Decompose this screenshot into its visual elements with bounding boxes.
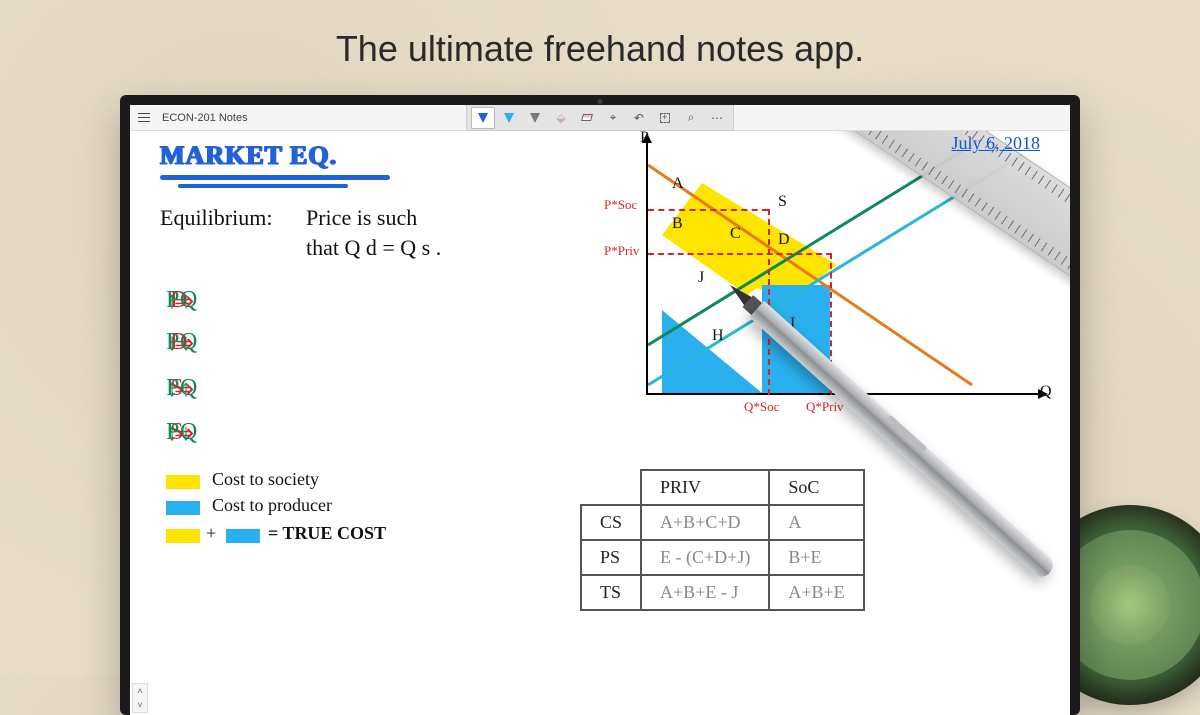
toolbar: ⬙ ⌖ ↶ ⌕ ⋯ (466, 105, 734, 131)
graph-p-axis-label: P (640, 131, 649, 147)
legend-swatch-yellow-2 (166, 529, 200, 543)
legend-swatch-blue-2 (226, 529, 260, 543)
region-C: C (730, 225, 741, 243)
legend-swatch-yellow (166, 475, 200, 489)
region-B: B (672, 215, 683, 233)
scroll-up-button[interactable]: ˄ (133, 684, 147, 698)
more-button[interactable]: ⋯ (705, 107, 729, 129)
region-S: S (778, 193, 787, 211)
region-D: D (778, 231, 790, 249)
legend-blue-label: Cost to producer (212, 495, 332, 516)
promo-tagline: The ultimate freehand notes app. (0, 28, 1200, 70)
pen-tool-blue[interactable] (471, 107, 495, 129)
equilibrium-text-2: that Q d = Q s . (306, 235, 441, 261)
eraser-tool[interactable] (575, 107, 599, 129)
zoom-button[interactable]: ⌕ (679, 107, 703, 129)
legend-plus: + (206, 523, 216, 544)
legend-sum-label: = TRUE COST (268, 523, 386, 544)
legend-yellow-label: Cost to society (212, 469, 319, 490)
graph-y-axis (646, 135, 648, 395)
pen-tool-cyan[interactable] (497, 107, 521, 129)
heading-underline (160, 175, 390, 180)
surplus-table: PRIV SoC CS A+B+C+D A PS E - (C+D+J) B+E (580, 469, 865, 611)
document-title[interactable]: ECON-201 Notes (158, 112, 248, 124)
region-A: A (672, 175, 684, 193)
highlighter-tool[interactable]: ⬙ (549, 107, 573, 129)
app-screen: ECON-201 Notes ⬙ ⌖ ↶ ⌕ ⋯ MARKET EQ. Equi… (130, 105, 1070, 715)
region-J: J (698, 269, 704, 287)
equilibrium-label: Equilibrium: (160, 205, 272, 231)
table-col-soc: SoC (769, 470, 863, 505)
table-row-cs: CS (581, 505, 641, 540)
device-camera (598, 99, 603, 104)
heading-underline-2 (178, 184, 348, 188)
graph-p-priv: P*Priv (604, 243, 639, 259)
device-frame: ECON-201 Notes ⬙ ⌖ ↶ ⌕ ⋯ MARKET EQ. Equi… (120, 95, 1080, 715)
note-heading: MARKET EQ. (160, 141, 337, 171)
lasso-tool[interactable]: ⌖ (601, 107, 625, 129)
equilibrium-text-1: Price is such (306, 205, 417, 231)
graph-q-axis-label: Q (1040, 383, 1052, 401)
relation-row-1: ↑ D ⇒ ↑P ↑Q (166, 287, 180, 315)
table-row-ps: PS (581, 540, 641, 575)
scroll-down-button[interactable]: ˅ (133, 698, 147, 712)
menu-button[interactable] (130, 105, 158, 130)
note-canvas[interactable]: MARKET EQ. Equilibrium: Price is such th… (130, 131, 1070, 715)
page-scroll-controls: ˄ ˅ (132, 683, 148, 713)
relation-row-3: ↑ S ⇒ ↓P ↑Q (166, 375, 180, 403)
relation-row-4: ↓ S ⇒ ↑P ↓Q (166, 419, 180, 447)
table-col-priv: PRIV (641, 470, 769, 505)
graph-p-soc: P*Soc (604, 197, 637, 213)
graph-q-soc: Q*Soc (744, 399, 779, 415)
insert-image-button[interactable] (653, 107, 677, 129)
undo-button[interactable]: ↶ (627, 107, 651, 129)
legend-swatch-blue (166, 501, 200, 515)
pen-tool-gray[interactable] (523, 107, 547, 129)
titlebar: ECON-201 Notes ⬙ ⌖ ↶ ⌕ ⋯ (130, 105, 1070, 131)
relation-row-2: ↓ D ⇒ ↓P ↓Q (166, 329, 180, 357)
region-H: H (712, 327, 724, 345)
table-row-ts: TS (581, 575, 641, 610)
note-date: July 6, 2018 (951, 133, 1040, 154)
